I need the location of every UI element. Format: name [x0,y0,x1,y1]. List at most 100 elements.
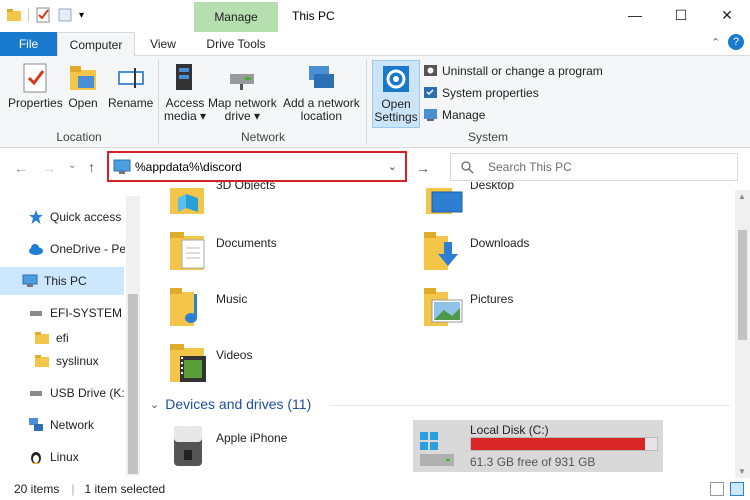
devices-drives-header[interactable]: ⌄ Devices and drives (11) [150,396,311,412]
uninstall-label: Uninstall or change a program [442,63,603,78]
drive-label: Local Disk (C:) [470,423,549,437]
drive-icon [30,391,42,396]
large-icons-view-icon[interactable] [730,482,744,496]
folder-documents[interactable] [168,230,210,275]
uninstall-icon [424,65,437,76]
new-folder-icon[interactable] [57,7,73,23]
tab-view[interactable]: View [138,32,188,56]
map-network-drive-icon [230,74,255,90]
properties-check-icon[interactable] [35,7,51,23]
folder-desktop-icon [426,188,463,214]
open-settings-button[interactable]: Open Settings [372,60,420,128]
properties-button[interactable]: Properties [8,62,63,110]
item-count: 20 items [14,482,60,496]
tab-computer[interactable]: Computer [57,32,135,57]
properties-icon [23,63,47,93]
sidebar-item-this-pc[interactable]: This PC [0,267,124,295]
qat-dropdown-icon[interactable]: ▾ [79,10,84,21]
title-bar: ▾ Manage This PC — ☐ ✕ [0,0,750,32]
folder-label: Documents [216,236,277,250]
context-tab-manage[interactable]: Manage [194,2,278,32]
folder-label: Music [216,292,248,306]
search-icon [461,160,474,173]
system-properties-label: System properties [442,85,539,100]
sidebar-item-label: Network [50,418,95,432]
search-box[interactable]: Search This PC [450,153,738,181]
map-network-drive-button[interactable]: Map network drive ▾ [208,62,277,123]
sidebar-item-network[interactable]: Network [0,411,125,439]
this-pc-icon [113,159,131,174]
sidebar-item-syslinux[interactable]: syslinux [0,347,125,375]
maximize-button[interactable]: ☐ [658,0,704,30]
folder-music[interactable] [168,286,210,331]
details-view-icon[interactable] [710,482,724,496]
devices-drives-heading: Devices and drives (11) [165,396,312,412]
sidebar-item-quick-access[interactable]: Quick access [0,203,125,231]
minimize-button[interactable]: — [612,0,658,30]
linux-icon [31,452,41,464]
sidebar-item-label: efi [56,331,69,345]
address-bar[interactable]: %appdata%\discord ⌄ [107,151,407,182]
sidebar-item-label: EFI-SYSTEM (L: [50,306,125,320]
sidebar-item-linux[interactable]: Linux [0,443,125,471]
sidebar-item-onedrive[interactable]: OneDrive - Per [0,235,125,263]
properties-label: Properties [8,96,63,110]
address-dropdown-icon[interactable]: ⌄ [388,160,397,173]
go-arrow-icon[interactable]: → [416,160,430,176]
sidebar-scrollbar[interactable] [126,196,140,476]
map-network-drive-label-2: drive ▾ [224,109,261,123]
system-properties-icon [424,87,437,98]
system-properties-button[interactable]: System properties [423,85,539,100]
music-folder-icon [170,288,197,326]
rename-label: Rename [108,96,154,110]
sidebar-item-label: syslinux [56,354,99,368]
open-button[interactable]: Open [68,62,98,110]
close-button[interactable]: ✕ [704,0,750,30]
folder-downloads[interactable] [422,230,464,275]
scroll-up-icon[interactable]: ▲ [738,192,746,201]
cloud-icon [29,244,43,255]
add-network-location-label-2: location [300,109,343,123]
folder-videos[interactable] [168,342,210,389]
folder-desktop[interactable] [422,188,466,218]
access-media-button[interactable]: Access media ▾ [164,62,206,123]
folder-label: Downloads [470,236,530,250]
manage-button[interactable]: Manage [423,107,485,122]
uninstall-program-button[interactable]: Uninstall or change a program [423,63,603,78]
forward-arrow-icon[interactable]: → [42,160,56,176]
sidebar-item-usb-drive[interactable]: USB Drive (K:) [0,379,125,407]
folder-label: Desktop [470,182,515,190]
content-scroll-thumb[interactable] [738,230,747,340]
back-arrow-icon[interactable]: ← [14,160,28,176]
drive-free-space: 61.3 GB free of 931 GB [470,455,596,469]
ribbon-tabs: File Computer View Drive Tools ⌃ ? [0,32,750,57]
folder-3d-objects[interactable] [168,188,208,218]
sidebar-item-efi-system[interactable]: EFI-SYSTEM (L: [0,299,125,327]
tab-file[interactable]: File [0,32,57,56]
ribbon-collapse-icon[interactable]: ⌃ [711,36,720,49]
recent-locations-icon[interactable]: ⌄ [68,160,76,171]
up-arrow-icon[interactable]: ↑ [88,159,95,175]
documents-folder-icon [170,232,205,270]
access-media-label-2: media ▾ [164,109,207,123]
network-icon [29,418,43,431]
sidebar-scroll-thumb[interactable] [128,294,138,474]
add-network-location-icon [309,66,335,88]
manage-label: Manage [442,107,486,122]
device-apple-iphone[interactable] [170,424,206,471]
sidebar-item-label: USB Drive (K:) [50,386,125,400]
rename-button[interactable]: Rename [108,62,153,110]
monitor-icon [22,274,38,287]
sidebar-item-label: This PC [44,274,87,288]
tab-drive-tools[interactable]: Drive Tools [194,32,278,56]
content-scrollbar[interactable]: ▲ ▼ [735,190,750,478]
add-network-location-button[interactable]: Add a network location [283,62,360,123]
rename-icon [117,68,144,88]
scroll-down-icon[interactable]: ▼ [738,467,746,476]
open-label: Open [68,96,98,110]
address-path[interactable]: %appdata%\discord [135,160,242,174]
help-icon[interactable]: ? [728,34,744,50]
folder-pictures[interactable] [422,286,464,331]
section-divider [330,405,730,406]
star-icon [29,210,43,224]
